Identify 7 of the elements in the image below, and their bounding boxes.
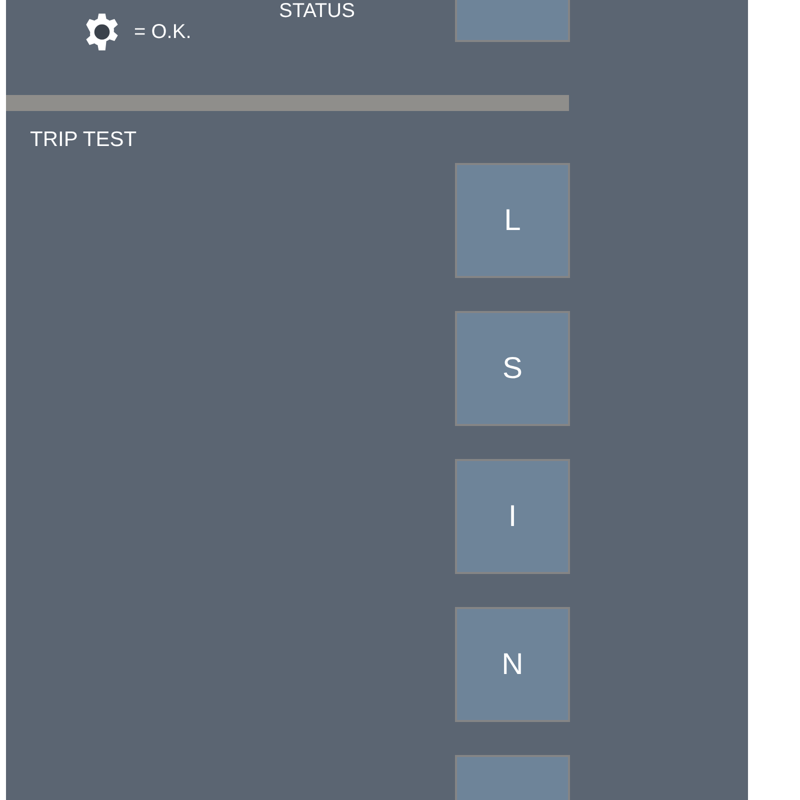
status-label: STATUS [279,0,355,22]
key-button[interactable]: L [455,163,570,278]
ok-legend: = O.K. [134,17,192,47]
key-button[interactable]: I [455,459,570,574]
key-button[interactable]: S [455,311,570,426]
key-button[interactable]: N [455,607,570,722]
section-title: TRIP TEST [30,127,138,153]
